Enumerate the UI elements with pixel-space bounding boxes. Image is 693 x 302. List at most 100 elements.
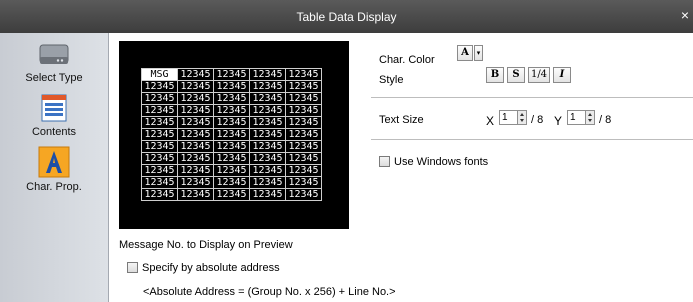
preview-cell: 12345	[213, 188, 250, 201]
preview-cell: 12345	[213, 104, 250, 117]
style-label: Style	[379, 74, 404, 86]
preview-cell: 12345	[177, 140, 214, 153]
preview-cell: 12345	[213, 92, 250, 105]
window-title: Table Data Display	[296, 10, 397, 24]
preview-msg-cell: MSG	[141, 68, 178, 81]
preview-cell: 12345	[285, 164, 322, 177]
sidebar-item-label: Select Type	[25, 72, 83, 84]
text-size-x-label: X	[486, 114, 495, 128]
preview-cell: 12345	[141, 164, 178, 177]
table-icon	[41, 94, 67, 122]
preview-cell: 12345	[177, 80, 214, 93]
use-windows-fonts-label: Use Windows fonts	[394, 156, 489, 168]
shadow-button[interactable]: S	[507, 67, 525, 83]
preview-cell: 12345	[177, 68, 214, 81]
preview-cell: 12345	[213, 140, 250, 153]
text-size-x-denominator: / 8	[531, 114, 544, 126]
preview-cell: 12345	[285, 140, 322, 153]
sidebar-item-contents[interactable]: Contents	[4, 93, 104, 138]
preview-cell: 12345	[141, 176, 178, 189]
text-size-y-label: Y	[554, 114, 563, 128]
preview-row: 12345 12345 12345 12345 12345	[141, 152, 322, 165]
preview-cell: 12345	[141, 92, 178, 105]
preview-cell: 12345	[141, 128, 178, 141]
preview-cell: 12345	[141, 188, 178, 201]
sidebar-item-select-type[interactable]: Select Type	[4, 41, 104, 84]
preview-row: 12345 12345 12345 12345 12345	[141, 104, 322, 117]
preview-cell: 12345	[285, 116, 322, 129]
message-no-label: Message No. to Display on Preview	[119, 239, 293, 251]
preview-cell: 12345	[285, 80, 322, 93]
preview-row: 12345 12345 12345 12345 12345	[141, 80, 322, 93]
italic-button[interactable]: I	[553, 67, 571, 83]
preview-cell: 12345	[285, 188, 322, 201]
preview-cell: 12345	[213, 128, 250, 141]
preview-cell: 12345	[285, 152, 322, 165]
divider	[371, 139, 693, 140]
preview-cell: 12345	[249, 128, 286, 141]
preview-cell: 12345	[285, 128, 322, 141]
preview-cell: 12345	[177, 92, 214, 105]
preview-row: 12345 12345 12345 12345 12345	[141, 92, 322, 105]
preview-cell: 12345	[285, 104, 322, 117]
preview-cell: 12345	[249, 140, 286, 153]
preview-cell: 12345	[213, 68, 250, 81]
preview-cell: 12345	[177, 128, 214, 141]
preview-cell: 12345	[249, 176, 286, 189]
preview-cell: 12345	[213, 80, 250, 93]
sidebar-item-label: Contents	[31, 126, 77, 138]
preview-cell: 12345	[141, 140, 178, 153]
preview-cell: 12345	[249, 188, 286, 201]
preview-cell: 12345	[177, 188, 214, 201]
preview-row: 12345 12345 12345 12345 12345	[141, 164, 322, 177]
preview-cell: 12345	[213, 116, 250, 129]
use-windows-fonts-checkbox[interactable]	[379, 156, 390, 167]
text-size-x-spinner[interactable]	[517, 110, 527, 125]
sidebar-item-label: Char. Prop.	[26, 181, 82, 193]
absolute-address-formula: <Absolute Address = (Group No. x 256) + …	[143, 286, 396, 298]
divider	[371, 97, 693, 98]
preview-row: 12345 12345 12345 12345 12345	[141, 176, 322, 189]
preview-cell: 12345	[177, 104, 214, 117]
preview-row: 12345 12345 12345 12345 12345	[141, 188, 322, 201]
preview-cell: 12345	[141, 152, 178, 165]
text-size-y-spinner[interactable]	[585, 110, 595, 125]
char-color-button[interactable]: A	[457, 45, 473, 61]
title-bar: Table Data Display ×	[0, 0, 693, 33]
sidebar: Select Type Contents Char. Prop.	[0, 33, 109, 302]
text-size-y-denominator: / 8	[599, 114, 612, 126]
absolute-address-checkbox[interactable]	[127, 262, 138, 273]
quarter-size-button[interactable]: 1/4	[528, 67, 550, 83]
preview-cell: 12345	[249, 104, 286, 117]
preview-cell: 12345	[141, 104, 178, 117]
preview-cell: 12345	[249, 116, 286, 129]
preview-cell: 12345	[213, 164, 250, 177]
preview-row: 12345 12345 12345 12345 12345	[141, 116, 322, 129]
preview-row: 12345 12345 12345 12345 12345	[141, 140, 322, 153]
preview-cell: 12345	[141, 80, 178, 93]
preview-cell: 12345	[141, 116, 178, 129]
preview-cell: 12345	[213, 176, 250, 189]
absolute-address-label: Specify by absolute address	[142, 262, 280, 274]
preview-cell: 12345	[213, 152, 250, 165]
char-color-label: Char. Color	[379, 54, 435, 66]
text-size-y-input[interactable]: 1	[567, 110, 586, 125]
preview-cell: 12345	[249, 68, 286, 81]
sidebar-item-char-prop[interactable]: Char. Prop.	[4, 146, 104, 193]
preview-cell: 12345	[249, 80, 286, 93]
device-icon	[39, 44, 69, 64]
chevron-down-icon[interactable]: ▾	[474, 45, 483, 61]
text-size-x-input[interactable]: 1	[499, 110, 518, 125]
bold-button[interactable]: B	[486, 67, 504, 83]
preview-panel: MSG 12345 12345 12345 12345 12345 12345 12345 12…	[119, 41, 349, 229]
preview-cell: 12345	[285, 92, 322, 105]
preview-cell: 12345	[285, 68, 322, 81]
preview-cell: 12345	[285, 176, 322, 189]
letter-a-icon	[38, 146, 70, 178]
preview-cell: 12345	[177, 152, 214, 165]
text-size-label: Text Size	[379, 114, 424, 126]
preview-cell: 12345	[177, 116, 214, 129]
preview-cell: 12345	[177, 176, 214, 189]
close-icon[interactable]: ×	[681, 7, 689, 23]
preview-cell: 12345	[249, 164, 286, 177]
